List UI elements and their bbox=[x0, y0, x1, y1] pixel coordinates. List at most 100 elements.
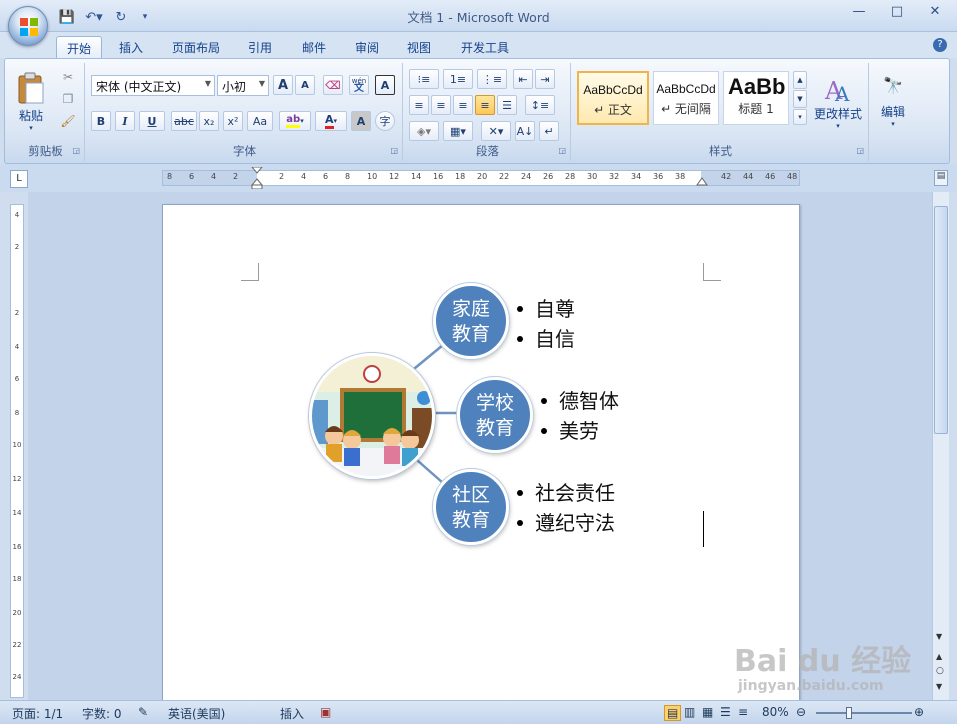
subscript-button[interactable]: x₂ bbox=[199, 111, 219, 131]
zoom-in-icon[interactable]: ⊕ bbox=[914, 705, 924, 719]
multilevel-list-icon[interactable]: ⋮≡ bbox=[477, 69, 507, 89]
tab-references[interactable]: 引用 bbox=[248, 36, 272, 58]
draft-view-icon[interactable]: ≡ bbox=[738, 705, 748, 719]
show-marks-icon[interactable]: ↵ bbox=[539, 121, 559, 141]
underline-button[interactable]: U bbox=[139, 111, 165, 131]
horizontal-ruler[interactable]: 8 6 4 2 2 4 6 8 10 12 14 16 18 20 22 24 26 28 30 32 34 36 38 42… bbox=[162, 167, 800, 189]
node-school-education[interactable]: 学校 教育 bbox=[457, 377, 533, 453]
font-size-combo[interactable]: 小初 ▼ bbox=[217, 75, 269, 96]
vertical-ruler[interactable]: 4 2 2 4 6 8 10 12 14 16 18 20 22 24 bbox=[10, 204, 24, 698]
shading-icon[interactable]: ◈▾ bbox=[409, 121, 439, 141]
format-painter-icon[interactable]: 🖌 bbox=[57, 111, 79, 131]
strikethrough-button[interactable]: abc bbox=[171, 111, 197, 131]
editing-button[interactable]: 🔭 编辑 ▾ bbox=[873, 65, 913, 139]
cut-icon[interactable]: ✂ bbox=[57, 67, 79, 87]
align-right-icon[interactable]: ≡ bbox=[453, 95, 473, 115]
style-heading-1[interactable]: AaBb 标题 1 bbox=[723, 71, 789, 125]
chinese-layout-icon[interactable]: ✕▾ bbox=[481, 121, 511, 141]
tab-home[interactable]: 开始 bbox=[56, 36, 103, 58]
character-shading-button[interactable]: A bbox=[351, 111, 371, 131]
character-border-button[interactable]: A bbox=[375, 75, 395, 95]
styles-scroll-up[interactable]: ▲ bbox=[793, 71, 807, 89]
print-layout-view-icon[interactable]: ▤ bbox=[664, 705, 682, 721]
scroll-down-arrow[interactable]: ▼ bbox=[936, 632, 942, 641]
distributed-icon[interactable]: ☰ bbox=[497, 95, 517, 115]
paragraph-dialog-launcher-icon[interactable]: ◲ bbox=[558, 146, 566, 155]
office-button[interactable] bbox=[8, 6, 48, 46]
close-button[interactable]: ✕ bbox=[923, 4, 947, 19]
borders-icon[interactable]: ▦▾ bbox=[443, 121, 473, 141]
styles-more[interactable]: ▾ bbox=[793, 109, 807, 125]
clipboard-dialog-launcher-icon[interactable]: ◲ bbox=[72, 146, 80, 155]
tab-mailings[interactable]: 邮件 bbox=[302, 36, 326, 58]
bullets-icon[interactable]: ⁝≡ bbox=[409, 69, 439, 89]
vertical-scrollbar[interactable]: ▼ ▲ ○ ▼ bbox=[932, 192, 949, 700]
styles-dialog-launcher-icon[interactable]: ◲ bbox=[856, 146, 864, 155]
maximize-button[interactable]: □ bbox=[885, 4, 909, 19]
justify-icon[interactable]: ≡ bbox=[475, 95, 495, 115]
font-name-combo[interactable]: 宋体 (中文正文) ▼ bbox=[91, 75, 215, 96]
paste-button[interactable]: 粘贴 ▾ bbox=[11, 65, 51, 137]
phonetic-guide-button[interactable]: wén 文 bbox=[349, 75, 369, 95]
ruler-number: 16 bbox=[433, 172, 444, 181]
style-normal[interactable]: AaBbCcDd ↵ 正文 bbox=[577, 71, 649, 125]
web-layout-view-icon[interactable]: ▦ bbox=[702, 705, 713, 719]
macro-icon[interactable]: ▣ bbox=[320, 705, 331, 719]
prev-page-icon[interactable]: ▲ bbox=[936, 652, 942, 661]
insert-mode[interactable]: 插入 bbox=[280, 705, 304, 722]
align-left-icon[interactable]: ≡ bbox=[409, 95, 429, 115]
enclose-character-button[interactable]: 字 bbox=[375, 111, 395, 131]
tab-review[interactable]: 审阅 bbox=[355, 36, 379, 58]
language-indicator[interactable]: 英语(美国) bbox=[168, 705, 225, 722]
font-color-button[interactable]: A ▾ bbox=[315, 111, 347, 131]
ruler-number: 44 bbox=[743, 172, 754, 181]
full-reading-view-icon[interactable]: ▥ bbox=[684, 705, 695, 719]
text-cursor bbox=[703, 511, 704, 547]
copy-icon[interactable]: ❐ bbox=[57, 89, 79, 109]
styles-scroll-down[interactable]: ▼ bbox=[793, 90, 807, 108]
node-community-education[interactable]: 社区 教育 bbox=[433, 469, 509, 545]
bold-button[interactable]: B bbox=[91, 111, 111, 131]
zoom-out-icon[interactable]: ⊖ bbox=[796, 705, 806, 719]
highlight-button[interactable]: ab ▾ bbox=[279, 111, 311, 131]
right-indent-marker-icon[interactable] bbox=[696, 177, 708, 187]
zoom-level[interactable]: 80% bbox=[762, 705, 789, 719]
line-spacing-icon[interactable]: ↕≡ bbox=[525, 95, 555, 115]
shrink-font-button[interactable]: A bbox=[295, 75, 315, 95]
tab-developer[interactable]: 开发工具 bbox=[461, 36, 509, 58]
clear-format-icon[interactable]: ⌫ bbox=[323, 75, 343, 95]
tab-view[interactable]: 视图 bbox=[407, 36, 431, 58]
align-center-icon[interactable]: ≡ bbox=[431, 95, 451, 115]
font-dialog-launcher-icon[interactable]: ◲ bbox=[390, 146, 398, 155]
help-icon[interactable]: ? bbox=[933, 38, 947, 52]
proofing-icon[interactable]: ✎ bbox=[138, 705, 148, 719]
center-picture[interactable] bbox=[309, 353, 435, 479]
decrease-indent-icon[interactable]: ⇤ bbox=[513, 69, 533, 89]
indent-marker-icon[interactable] bbox=[251, 167, 263, 189]
tab-selector[interactable]: L bbox=[10, 170, 28, 188]
grow-font-button[interactable]: A bbox=[273, 75, 293, 95]
group-font: 宋体 (中文正文) ▼ 小初 ▼ A A ⌫ wén 文 A B I U abc x… bbox=[87, 63, 403, 161]
browse-object-icon[interactable]: ○ bbox=[936, 666, 944, 676]
outline-view-icon[interactable]: ☰ bbox=[720, 705, 731, 719]
page-count[interactable]: 页面: 1/1 bbox=[12, 705, 63, 722]
sort-icon[interactable]: A↓ bbox=[515, 121, 535, 141]
next-page-icon[interactable]: ▼ bbox=[936, 682, 942, 691]
increase-indent-icon[interactable]: ⇥ bbox=[535, 69, 555, 89]
view-ruler-icon[interactable]: ▤ bbox=[934, 170, 948, 186]
scroll-thumb[interactable] bbox=[934, 206, 948, 434]
zoom-slider[interactable] bbox=[816, 712, 912, 714]
numbering-icon[interactable]: 1≡ bbox=[443, 69, 473, 89]
change-case-button[interactable]: Aa bbox=[247, 111, 273, 131]
change-styles-button[interactable]: A A 更改样式 ▾ bbox=[811, 65, 865, 139]
tab-page-layout[interactable]: 页面布局 bbox=[172, 36, 220, 58]
tab-insert[interactable]: 插入 bbox=[119, 36, 143, 58]
word-count[interactable]: 字数: 0 bbox=[82, 705, 122, 722]
zoom-slider-thumb[interactable] bbox=[846, 707, 852, 719]
node-family-education[interactable]: 家庭 教育 bbox=[433, 283, 509, 359]
minimize-button[interactable]: — bbox=[847, 4, 871, 19]
italic-button[interactable]: I bbox=[115, 111, 135, 131]
document-page[interactable]: 家庭 教育 自尊 自信 学校 教育 德智体 美劳 社区 教育 社会责任 遵纪守法 bbox=[162, 204, 800, 704]
superscript-button[interactable]: x² bbox=[223, 111, 243, 131]
style-no-spacing[interactable]: AaBbCcDd ↵ 无间隔 bbox=[653, 71, 719, 125]
